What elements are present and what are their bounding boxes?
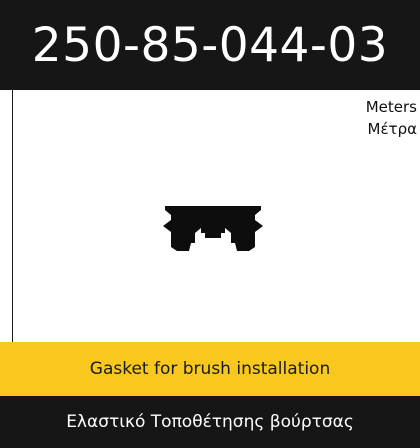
unit-label-en: Meters [365,98,417,116]
description-greek: Ελαστικό Τοποθέτησης βούρτσας [66,412,354,432]
product-panel: Meters Μέτρα [12,90,420,342]
gasket-profile-icon [163,206,263,251]
unit-label: Meters Μέτρα [366,96,417,140]
description-english-bar: Gasket for brush installation [0,342,420,396]
part-code: 250-85-044-03 [31,17,389,73]
unit-label-gr: Μέτρα [367,120,418,138]
description-english: Gasket for brush installation [89,359,331,379]
part-code-header: 250-85-044-03 [0,0,420,90]
description-greek-bar: Ελαστικό Τοποθέτησης βούρτσας [0,396,420,448]
